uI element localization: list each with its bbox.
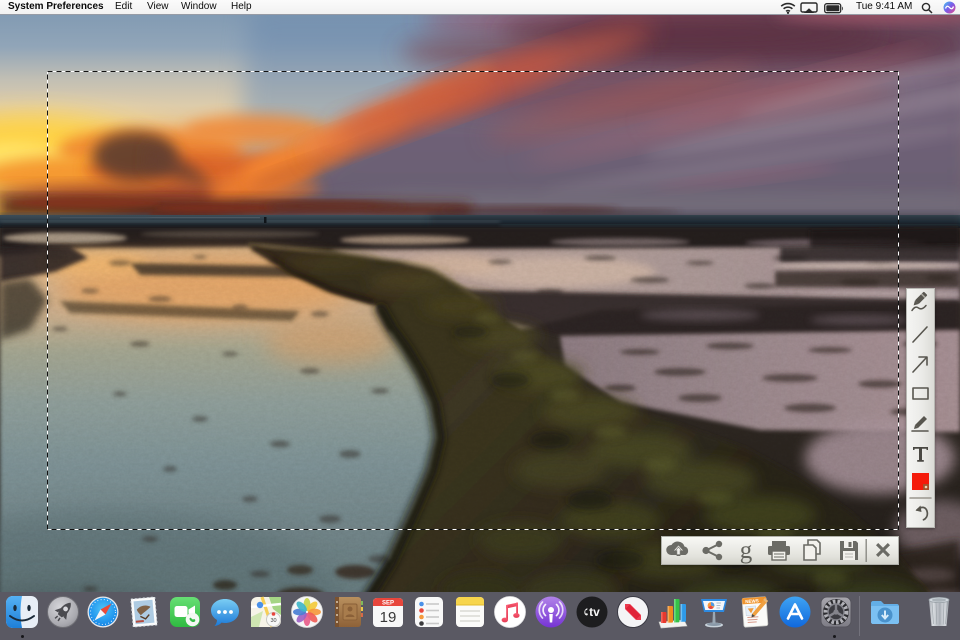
svg-text:19: 19 [380,609,397,626]
svg-text:tv: tv [589,605,600,619]
svg-text:g: g [740,537,753,564]
svg-text:NEWS: NEWS [745,598,759,604]
svg-text:SEP: SEP [382,601,394,607]
svg-text:30: 30 [270,618,276,624]
